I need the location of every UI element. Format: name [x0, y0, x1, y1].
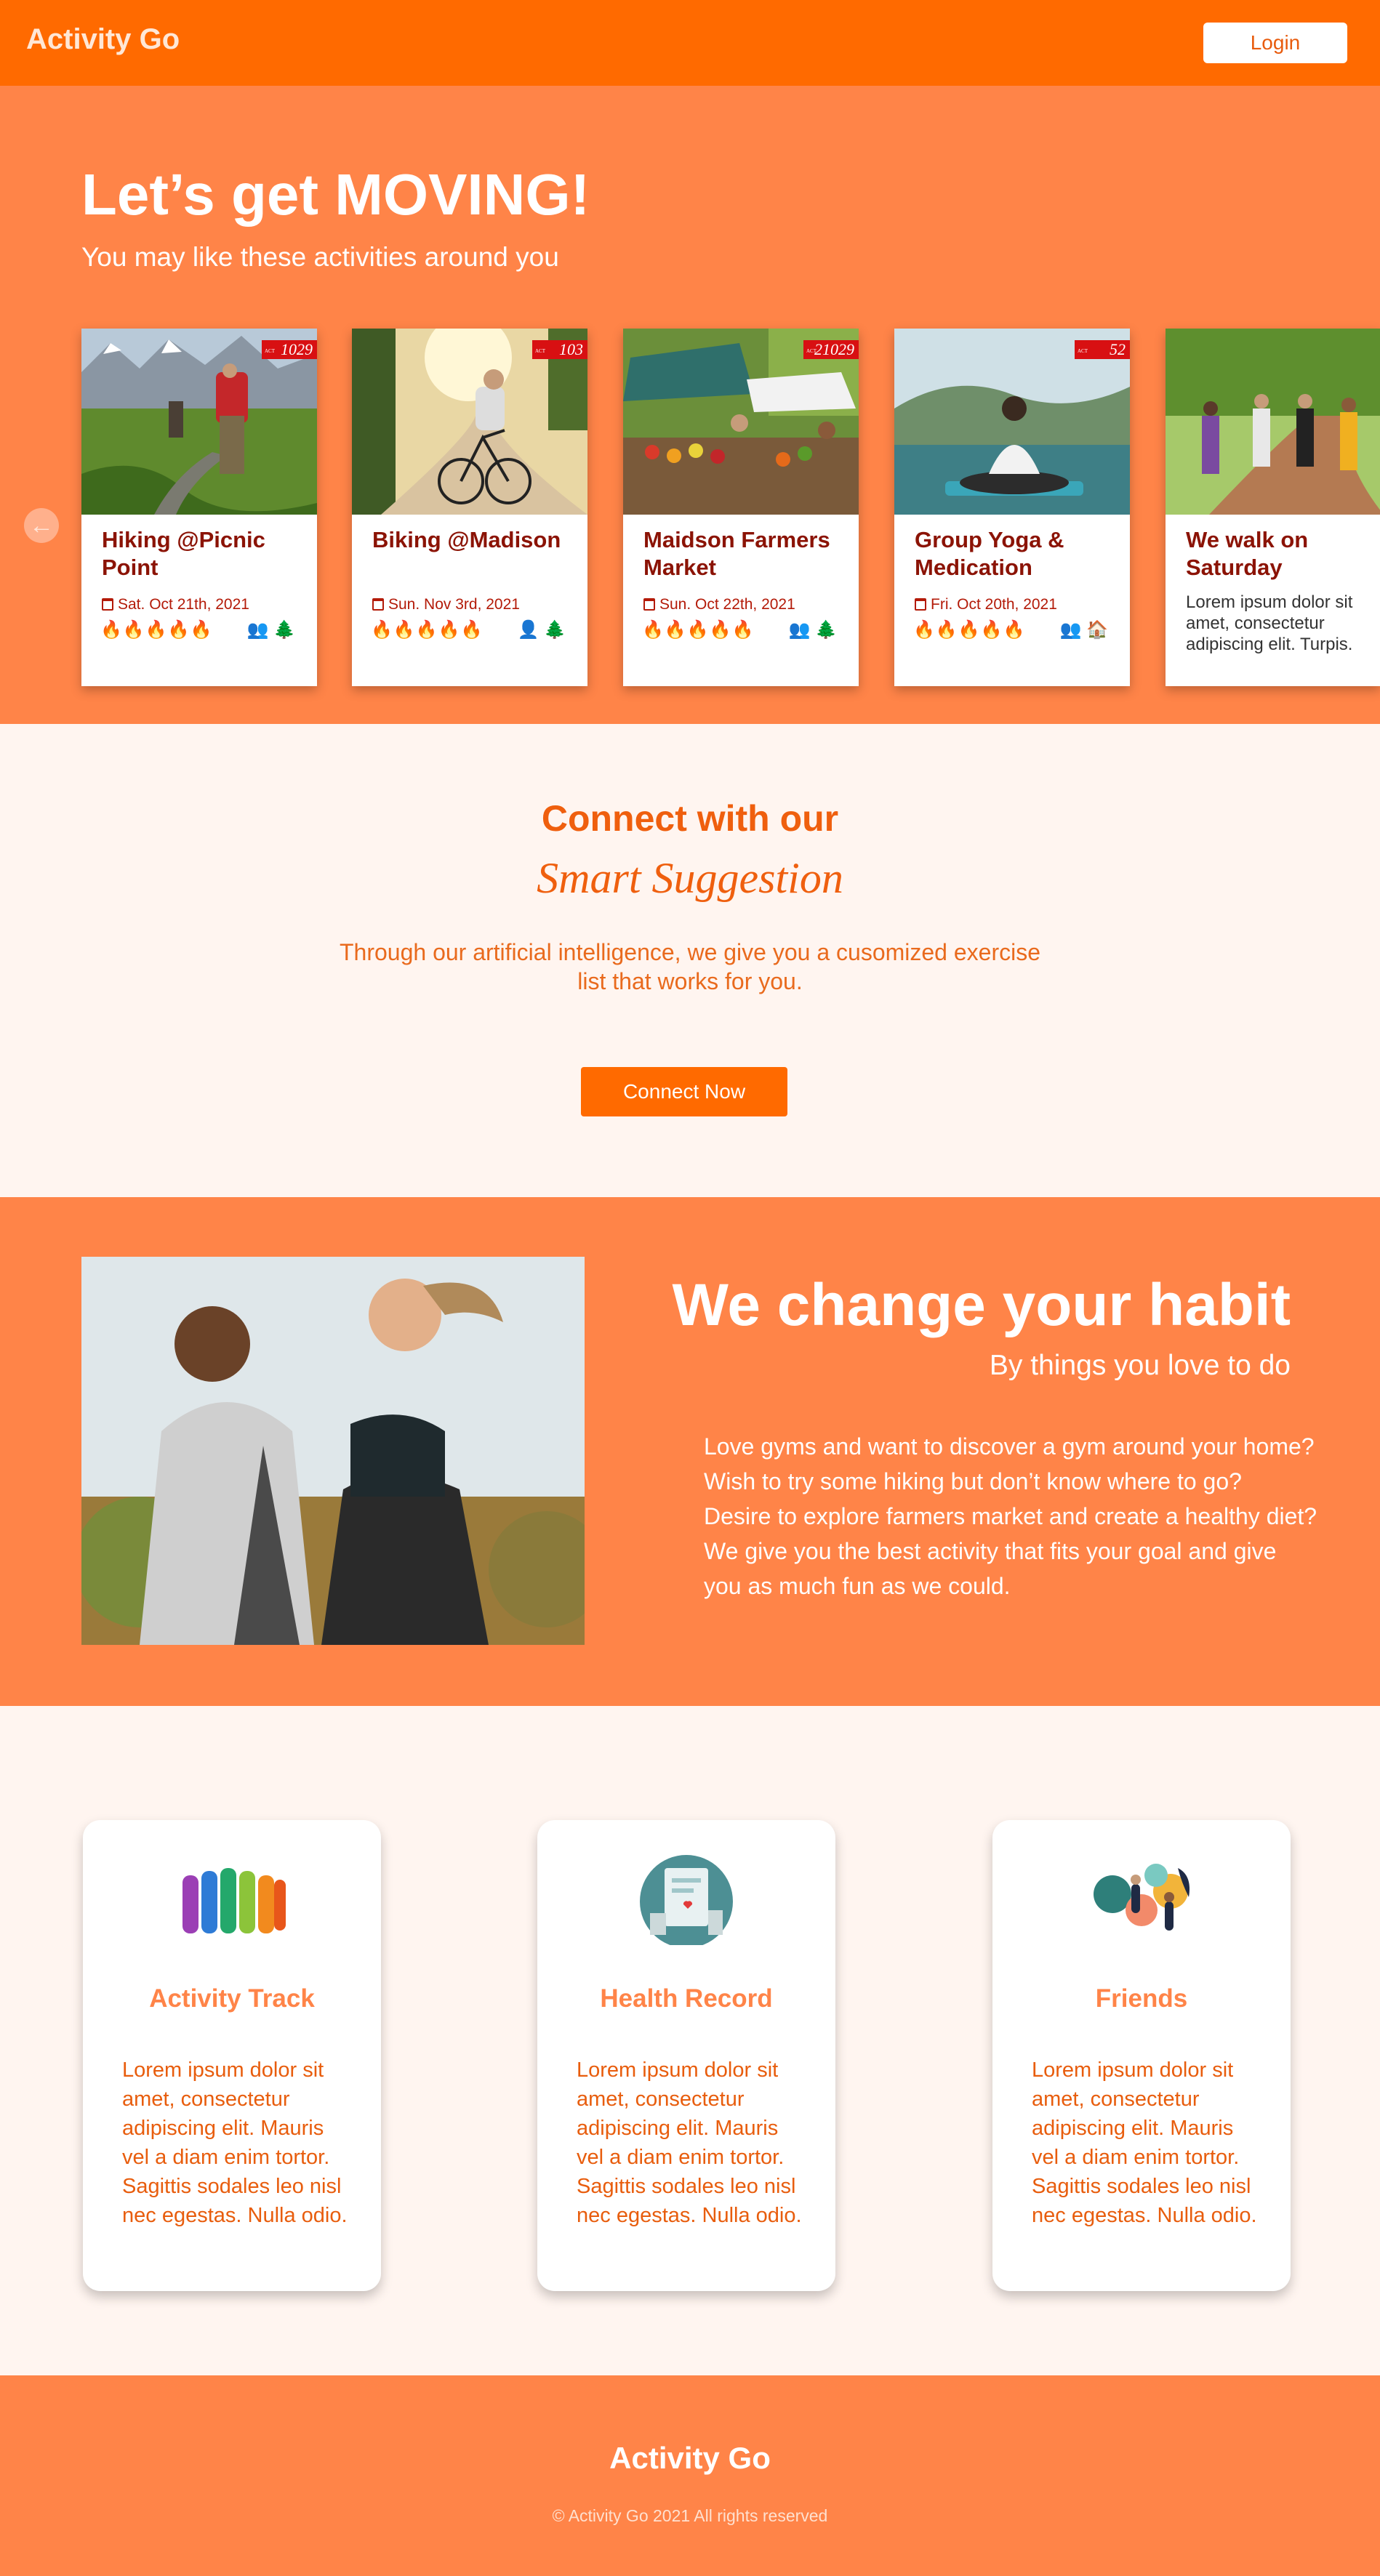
- suggestion-title: Connect with our: [541, 798, 839, 839]
- activity-card[interactable]: ACT 1029 Hiking @Picnic Point Sat. Oct 21…: [81, 329, 317, 686]
- footer: [0, 2375, 1380, 2576]
- feature-card-activity-track[interactable]: Activity Track Lorem ipsum dolor sit ame…: [83, 1820, 381, 2291]
- group-outdoor-icon: 👥 🌲: [788, 620, 837, 640]
- calendar-icon: [915, 598, 926, 611]
- intensity-flames-icon: 🔥🔥🔥🔥🔥: [913, 619, 1026, 640]
- top-bar: [0, 0, 1380, 86]
- habit-title: We change your habit: [672, 1272, 1291, 1338]
- group-outdoor-icon: 👥 🌲: [246, 620, 295, 640]
- calendar-icon: [643, 598, 655, 611]
- attendee-badge: ACT 52: [1075, 340, 1130, 359]
- feature-title: Activity Track: [149, 1984, 315, 2013]
- calendar-icon: [372, 598, 384, 611]
- card-date: Sun. Nov 3rd, 2021: [372, 596, 520, 613]
- card-description: Lorem ipsum dolor sit amet, consectetur …: [1186, 592, 1353, 654]
- arrow-left-icon: ←: [29, 512, 54, 539]
- habit-line: Desire to explore farmers market and cre…: [704, 1503, 1317, 1529]
- attendee-badge: ACT 103: [532, 340, 587, 359]
- card-title: Biking @Madison: [372, 527, 561, 552]
- pair-indoor-icon: 👥 🏠: [1059, 620, 1108, 640]
- runners-illustration-icon: [174, 1846, 290, 1945]
- suggestion-script-title: Smart Suggestion: [537, 854, 843, 902]
- activity-card[interactable]: ACT 21029 Maidson Farmers Market Sun. Oct…: [623, 329, 859, 686]
- connect-now-button[interactable]: Connect Now: [581, 1067, 787, 1116]
- carousel-prev-button[interactable]: ←: [24, 508, 59, 543]
- runners-image: [81, 1257, 585, 1645]
- feature-text: Lorem ipsum dolor sit amet, consectetur …: [122, 2058, 348, 2227]
- card-date: Fri. Oct 20th, 2021: [915, 596, 1057, 613]
- habit-line: you as much fun as we could.: [704, 1573, 1011, 1599]
- attendee-badge: ACT 1029: [262, 340, 317, 359]
- yoga-image: ACT 52: [894, 329, 1130, 515]
- feature-title: Health Record: [600, 1984, 773, 2013]
- card-date: Sun. Oct 22th, 2021: [643, 596, 795, 613]
- biking-image: ACT 103: [352, 329, 587, 515]
- friends-illustration-icon: [1083, 1846, 1200, 1945]
- intensity-flames-icon: 🔥🔥🔥🔥🔥: [100, 619, 213, 640]
- activity-card[interactable]: We walk on Saturday Lorem ipsum dolor si…: [1166, 329, 1380, 686]
- habit-subtitle: By things you love to do: [989, 1350, 1291, 1381]
- walking-image: [1166, 329, 1380, 515]
- card-title: We walk on Saturday: [1186, 527, 1309, 580]
- habit-paragraph: Love gyms and want to discover a gym aro…: [704, 1429, 1322, 1603]
- footer-copyright: © Activity Go 2021 All rights reserved: [552, 2506, 828, 2525]
- feature-card-health-record[interactable]: Health Record Lorem ipsum dolor sit amet…: [537, 1820, 835, 2291]
- feature-card-friends[interactable]: Friends Lorem ipsum dolor sit amet, cons…: [992, 1820, 1291, 2291]
- habit-line: Love gyms and want to discover a gym aro…: [704, 1433, 1315, 1460]
- intensity-flames-icon: 🔥🔥🔥🔥🔥: [371, 619, 484, 640]
- login-button[interactable]: Login: [1203, 23, 1347, 63]
- farmers-market-image: ACT 21029: [623, 329, 859, 515]
- habit-line: We give you the best activity that fits …: [704, 1538, 1277, 1564]
- feature-text: Lorem ipsum dolor sit amet, consectetur …: [1032, 2058, 1257, 2227]
- hero-title: Let’s get MOVING!: [81, 162, 590, 227]
- card-title: Group Yoga & Medication: [915, 527, 1064, 580]
- card-date: Sat. Oct 21th, 2021: [102, 596, 249, 613]
- feature-text: Lorem ipsum dolor sit amet, consectetur …: [577, 2058, 802, 2227]
- activity-card[interactable]: ACT 103 Biking @Madison Sun. Nov 3rd, 202…: [352, 329, 587, 686]
- card-title: Maidson Farmers Market: [643, 527, 830, 580]
- hero-subtitle: You may like these activities around you: [81, 242, 559, 272]
- brand-logo[interactable]: Activity Go: [26, 23, 180, 56]
- intensity-flames-icon: 🔥🔥🔥🔥🔥: [642, 619, 755, 640]
- footer-brand[interactable]: Activity Go: [0, 2441, 1380, 2476]
- habit-line: Wish to try some hiking but don’t know w…: [704, 1468, 1242, 1494]
- activity-card[interactable]: ACT 52 Group Yoga & Medication Fri. Oct 2…: [894, 329, 1130, 686]
- suggestion-text: Through our artificial intelligence, we …: [339, 939, 1041, 994]
- hiking-image: ACT 1029: [81, 329, 317, 515]
- attendee-badge: ACT 21029: [803, 340, 859, 359]
- solo-outdoor-icon: 👤 🌲: [517, 620, 566, 640]
- card-title: Hiking @Picnic Point: [102, 527, 265, 580]
- calendar-icon: [102, 598, 113, 611]
- health-record-illustration-icon: [628, 1846, 745, 1945]
- feature-title: Friends: [1095, 1984, 1188, 2013]
